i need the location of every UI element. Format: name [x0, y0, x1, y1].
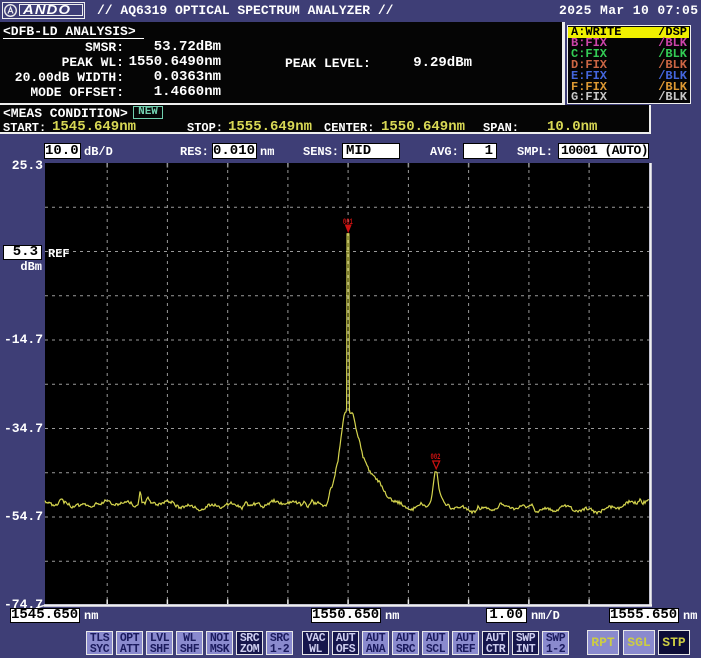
svg-text:002: 002: [431, 452, 441, 462]
svg-text:001: 001: [343, 217, 353, 227]
